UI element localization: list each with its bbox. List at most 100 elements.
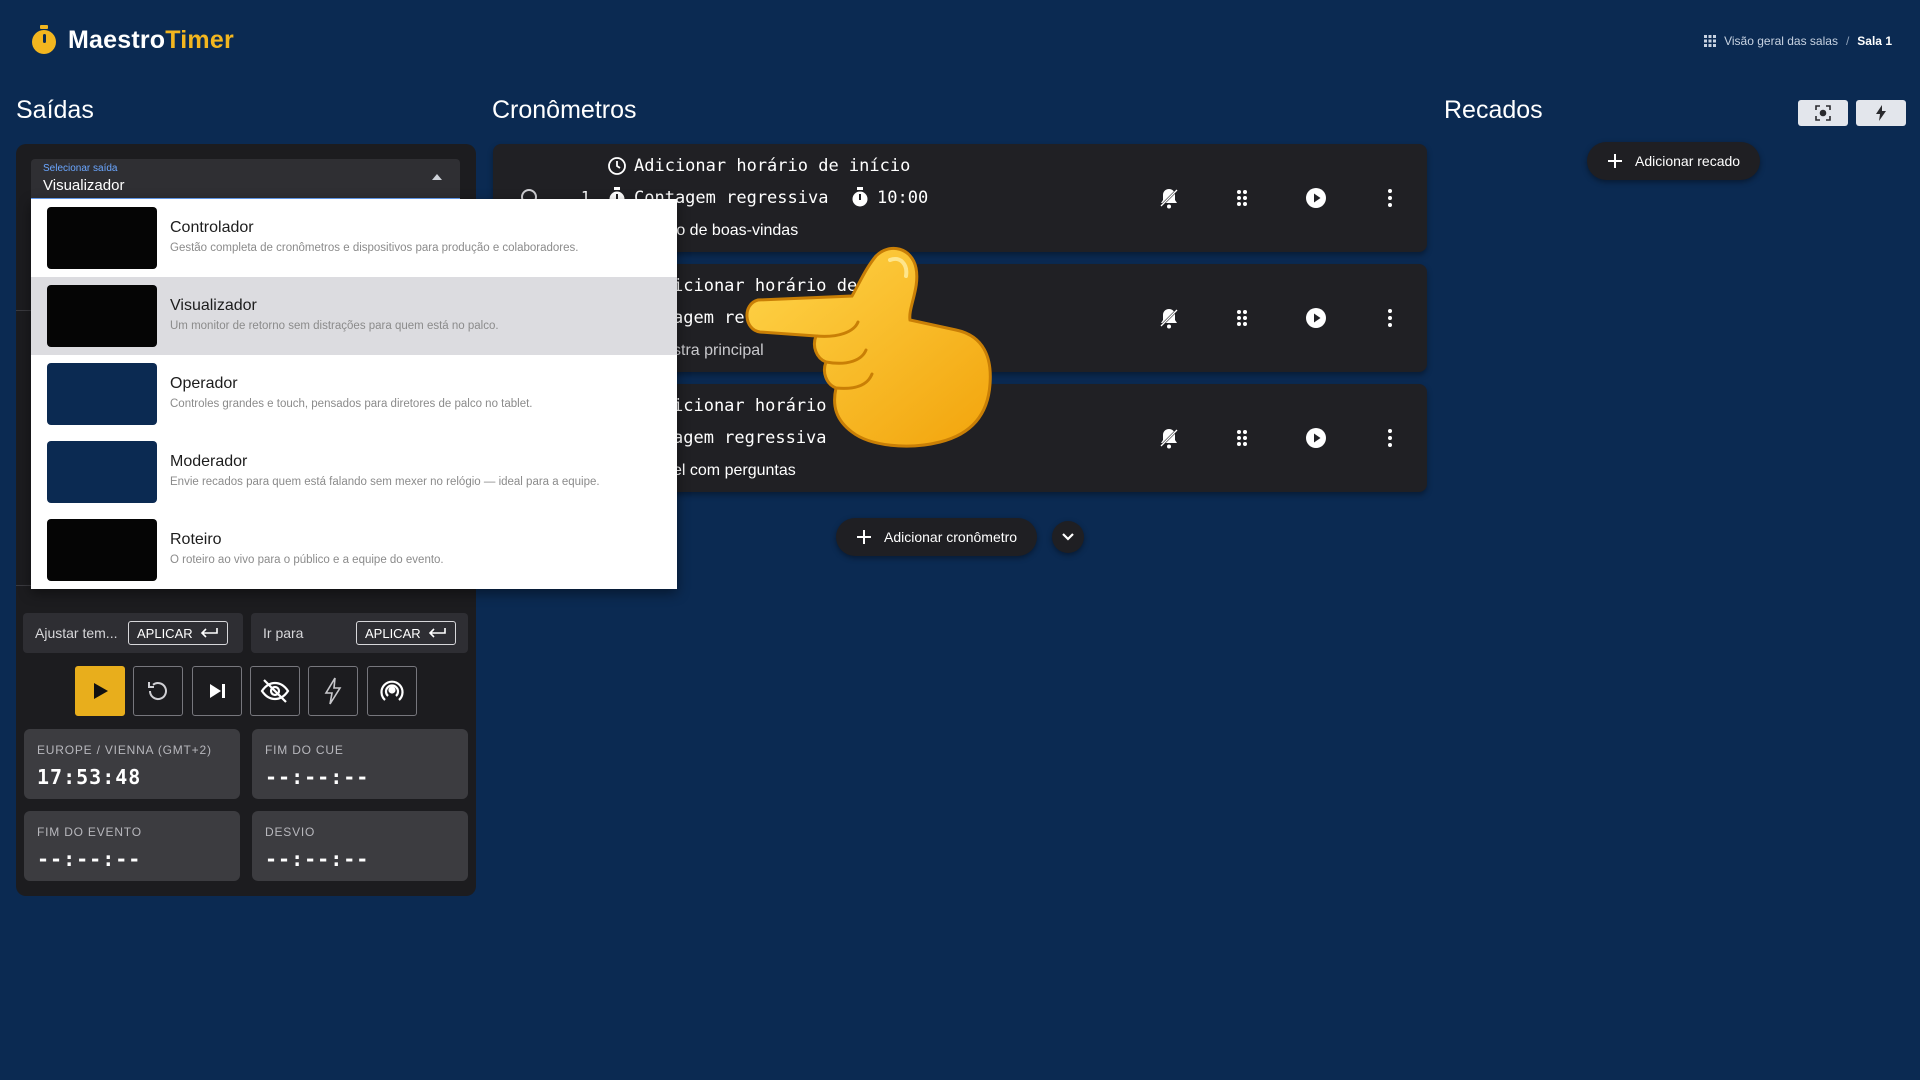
- event-end-value: --:--:--: [37, 847, 142, 871]
- deviation-label: DESVIO: [265, 825, 316, 839]
- output-option-roteiro[interactable]: Roteiro O roteiro ao vivo para o público…: [31, 511, 677, 589]
- clock-card: EUROPE / VIENNA (GMT+2) 17:53:48: [24, 729, 240, 799]
- app-logo[interactable]: MaestroTimer: [30, 24, 234, 56]
- bell-off-icon: [1160, 309, 1178, 329]
- play-icon: [94, 683, 108, 699]
- broadcast-button[interactable]: [367, 666, 417, 716]
- timer-start-time[interactable]: Adicionar horário de início: [634, 156, 910, 176]
- breadcrumb-overview-link[interactable]: Visão geral das salas: [1724, 34, 1838, 48]
- output-option-moderador[interactable]: Moderador Envie recados para quem está f…: [31, 433, 677, 511]
- timer-duration[interactable]: 10:00: [877, 188, 928, 208]
- play-circle-icon: [1306, 188, 1326, 208]
- output-option-title: Roteiro: [170, 531, 222, 548]
- deviation-value: --:--:--: [265, 847, 370, 871]
- drag-handle-icon: [1237, 310, 1247, 326]
- blackout-button[interactable]: [250, 666, 300, 716]
- adjust-time-field[interactable]: Ajustar tem... APLICAR: [23, 613, 243, 653]
- app-name-part2: Timer: [165, 25, 234, 54]
- app-name: MaestroTimer: [68, 26, 234, 55]
- drag-handle[interactable]: [1228, 424, 1256, 452]
- breadcrumb: Visão geral das salas / Sala 1: [1704, 34, 1892, 48]
- broadcast-icon: [380, 680, 404, 701]
- goto-apply-label: APLICAR: [365, 625, 421, 641]
- stopwatch-icon: [849, 186, 871, 208]
- drag-handle-icon: [1237, 190, 1247, 206]
- goto-label: Ir para: [263, 625, 304, 641]
- flash-message-button[interactable]: [1856, 100, 1906, 126]
- timer-title[interactable]: el com perguntas: [673, 462, 796, 480]
- grid-icon: [1704, 35, 1717, 47]
- more-options-button[interactable]: [1376, 304, 1404, 332]
- output-select[interactable]: Selecionar saída Visualizador: [31, 159, 460, 200]
- more-options-button[interactable]: [1376, 424, 1404, 452]
- cue-end-label: FIM DO CUE: [265, 743, 344, 757]
- more-options-button[interactable]: [1376, 184, 1404, 212]
- add-timer-options-button[interactable]: [1052, 521, 1084, 553]
- output-option-operador[interactable]: Operador Controles grandes e touch, pens…: [31, 355, 677, 433]
- add-timer-button[interactable]: Adicionar cronômetro: [836, 518, 1038, 556]
- flash-icon: [1876, 105, 1886, 121]
- event-end-label: FIM DO EVENTO: [37, 825, 142, 839]
- cue-end-card: FIM DO CUE --:--:--: [252, 729, 468, 799]
- output-option-title: Operador: [170, 375, 238, 392]
- output-option-thumbnail: [47, 285, 157, 347]
- start-timer-button[interactable]: [1302, 424, 1330, 452]
- caret-up-icon: [432, 174, 442, 180]
- add-message-button[interactable]: Adicionar recado: [1587, 142, 1761, 180]
- play-button[interactable]: [75, 666, 125, 716]
- bell-off-button[interactable]: [1155, 424, 1183, 452]
- more-vert-icon: [1388, 189, 1392, 207]
- enter-icon: [200, 628, 218, 638]
- play-circle-icon: [1306, 428, 1326, 448]
- timer-type[interactable]: agem re: [673, 308, 745, 328]
- more-vert-icon: [1388, 429, 1392, 447]
- plus-icon: [857, 530, 871, 544]
- output-select-caption: Selecionar saída: [43, 163, 118, 174]
- reset-icon: [148, 682, 167, 700]
- plus-icon: [1608, 154, 1622, 168]
- pointing-hand-icon: [745, 246, 992, 448]
- chevron-down-icon: [1062, 533, 1074, 541]
- focus-button[interactable]: [1798, 100, 1848, 126]
- output-option-thumbnail: [47, 207, 157, 269]
- output-option-description: Um monitor de retorno sem distrações par…: [170, 320, 499, 332]
- flash-icon: [324, 677, 342, 705]
- output-select-value: Visualizador: [43, 177, 125, 194]
- drag-handle[interactable]: [1228, 304, 1256, 332]
- drag-handle[interactable]: [1228, 184, 1256, 212]
- bell-off-icon: [1160, 429, 1178, 449]
- cue-end-value: --:--:--: [265, 765, 370, 789]
- output-option-description: Controles grandes e touch, pensados para…: [170, 398, 533, 410]
- reset-button[interactable]: [133, 666, 183, 716]
- bell-off-button[interactable]: [1155, 184, 1183, 212]
- skip-next-icon: [210, 684, 225, 698]
- stopwatch-icon: [32, 25, 56, 54]
- app-name-part1: Maestro: [68, 25, 166, 54]
- output-option-visualizador[interactable]: Visualizador Um monitor de retorno sem d…: [31, 277, 677, 355]
- skip-next-button[interactable]: [192, 666, 242, 716]
- output-option-title: Visualizador: [170, 297, 257, 314]
- add-message-label: Adicionar recado: [1635, 153, 1741, 169]
- goto-apply-button[interactable]: APLICAR: [356, 621, 456, 645]
- adjust-apply-button[interactable]: APLICAR: [128, 621, 228, 645]
- output-dropdown-menu: Controlador Gestão completa de cronômetr…: [31, 199, 677, 589]
- bell-off-icon: [1160, 189, 1178, 209]
- start-timer-button[interactable]: [1302, 304, 1330, 332]
- goto-field[interactable]: Ir para APLICAR: [251, 613, 468, 653]
- output-option-title: Controlador: [170, 219, 254, 236]
- play-circle-icon: [1306, 308, 1326, 328]
- output-option-description: O roteiro ao vivo para o público e a equ…: [170, 554, 444, 566]
- deviation-card: DESVIO --:--:--: [252, 811, 468, 881]
- bell-off-button[interactable]: [1155, 304, 1183, 332]
- start-timer-button[interactable]: [1302, 184, 1330, 212]
- breadcrumb-current: Sala 1: [1857, 34, 1892, 48]
- breadcrumb-separator: /: [1845, 34, 1850, 48]
- flash-button[interactable]: [308, 666, 358, 716]
- enter-icon: [428, 628, 446, 638]
- adjust-time-label: Ajustar tem...: [35, 625, 118, 641]
- eye-off-icon: [260, 679, 290, 703]
- output-option-controlador[interactable]: Controlador Gestão completa de cronômetr…: [31, 199, 677, 277]
- drag-handle-icon: [1237, 430, 1247, 446]
- output-option-thumbnail: [47, 519, 157, 581]
- event-end-card: FIM DO EVENTO --:--:--: [24, 811, 240, 881]
